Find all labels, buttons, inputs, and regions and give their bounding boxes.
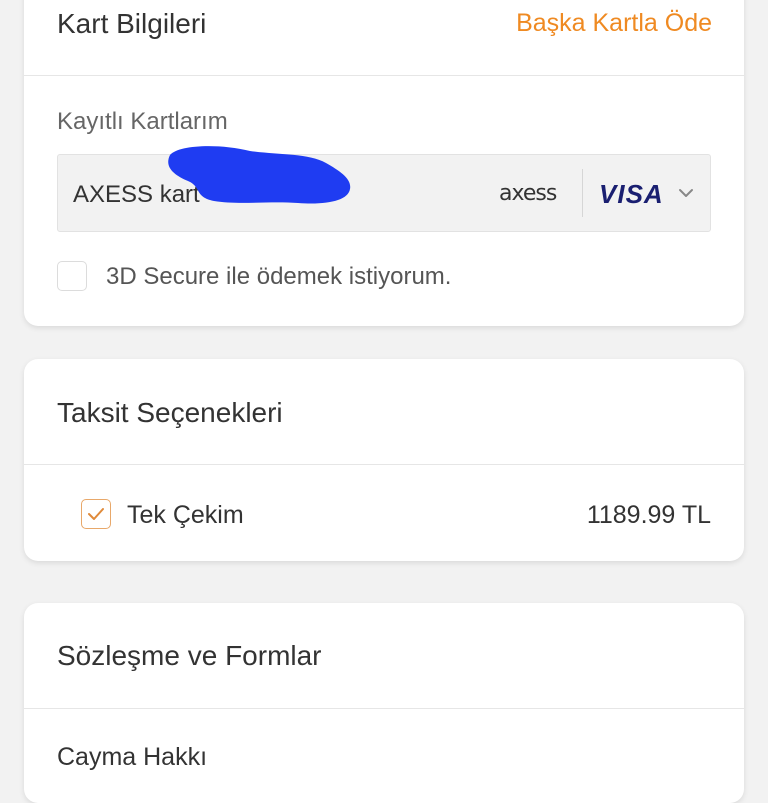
- redaction-scribble-icon: [168, 146, 351, 204]
- chevron-down-icon: [679, 189, 693, 197]
- saved-card-select[interactable]: AXESS kart axess VISA: [57, 146, 711, 232]
- saved-cards-label: Kayıtlı Kartlarım: [57, 108, 228, 135]
- agreements-header: Sözleşme ve Formlar: [24, 603, 744, 709]
- brand-divider: [582, 169, 583, 217]
- agreements-panel: Sözleşme ve Formlar Cayma Hakkı: [24, 603, 744, 803]
- secure-3d-checkbox[interactable]: [57, 261, 87, 291]
- installment-label: Tek Çekim: [127, 501, 244, 529]
- card-info-title: Kart Bilgileri: [57, 8, 207, 39]
- agreements-title: Sözleşme ve Formlar: [57, 640, 322, 671]
- installments-panel: Taksit Seçenekleri Tek Çekim 1189.99 TL: [24, 359, 744, 561]
- card-info-panel: Kart Bilgileri Başka Kartla Öde Kayıtlı …: [24, 0, 744, 326]
- installment-option-single[interactable]: Tek Çekim 1189.99 TL: [24, 465, 744, 561]
- checkmark-icon: [88, 508, 104, 520]
- pay-with-another-card-link[interactable]: Başka Kartla Öde: [516, 9, 712, 38]
- axess-logo: axess: [499, 181, 557, 206]
- installments-title: Taksit Seçenekleri: [57, 397, 283, 428]
- installment-checkbox[interactable]: [81, 499, 111, 529]
- secure-3d-label: 3D Secure ile ödemek istiyorum.: [106, 263, 452, 290]
- card-info-header: Kart Bilgileri Başka Kartla Öde: [24, 0, 744, 76]
- installments-header: Taksit Seçenekleri: [24, 359, 744, 465]
- installment-amount: 1189.99 TL: [586, 501, 711, 529]
- visa-logo: VISA: [599, 179, 664, 209]
